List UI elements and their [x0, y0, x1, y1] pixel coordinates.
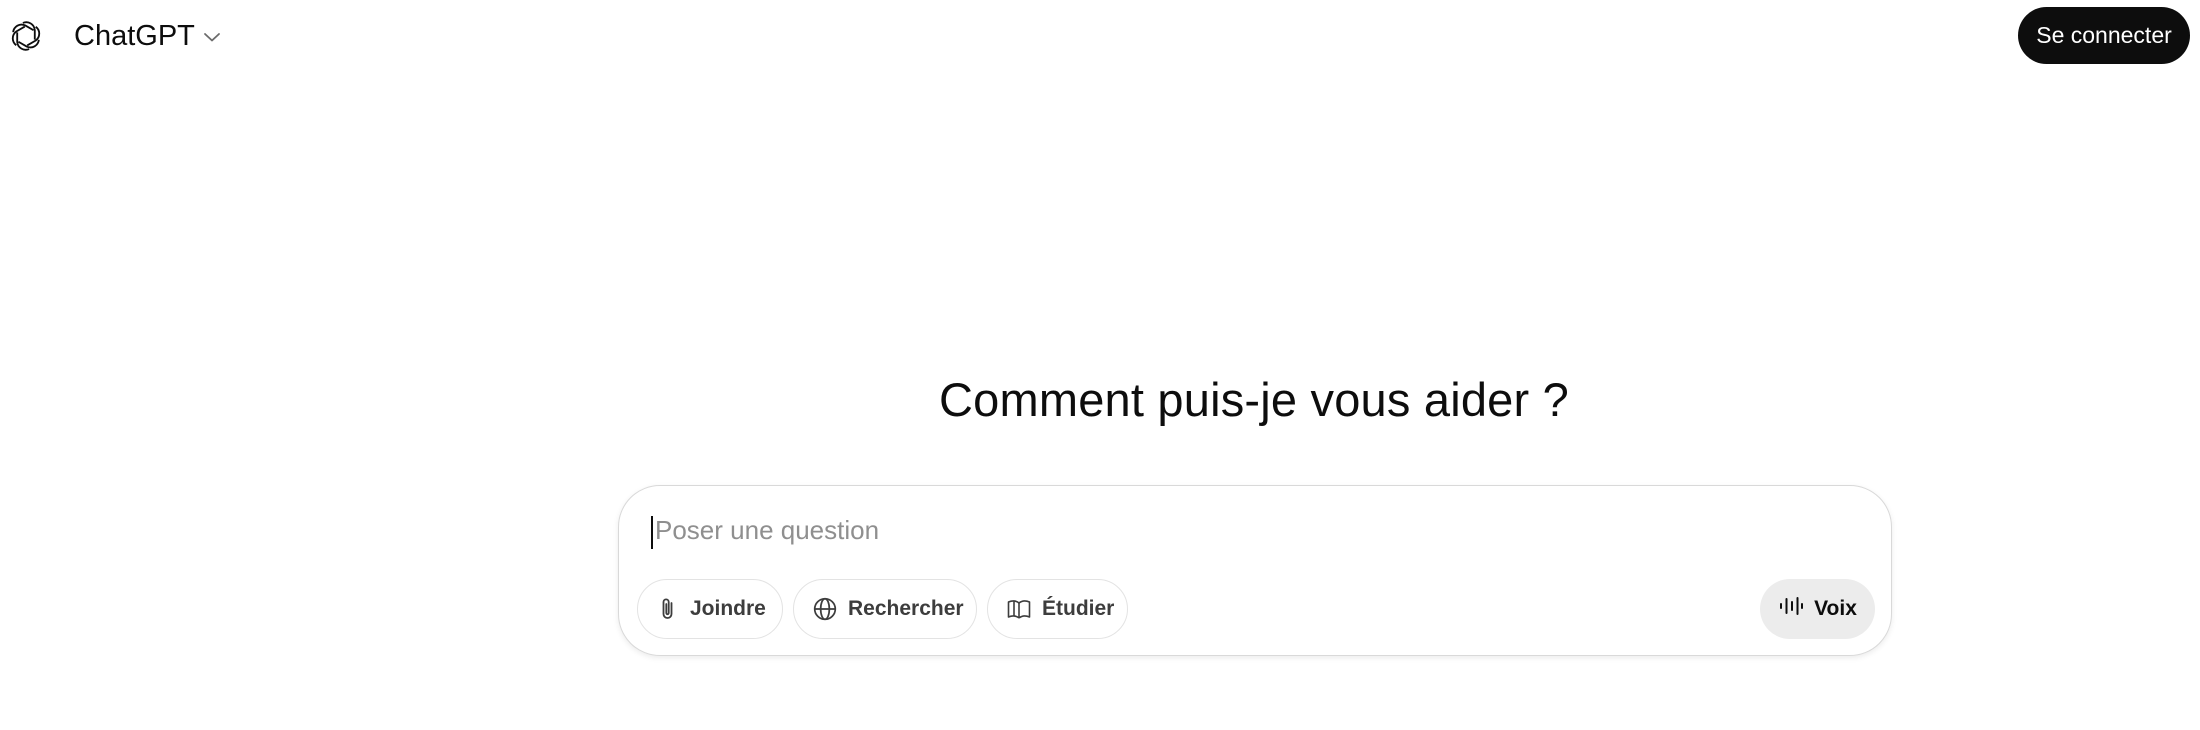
search-label: Rechercher — [848, 597, 964, 620]
openai-logo-icon[interactable] — [8, 18, 44, 54]
login-button[interactable]: Se connecter — [2018, 7, 2190, 64]
prompt-input[interactable] — [653, 506, 1853, 554]
book-icon — [1006, 597, 1032, 621]
attach-button[interactable]: Joindre — [637, 579, 783, 639]
attach-label: Joindre — [690, 597, 766, 620]
study-label: Étudier — [1042, 597, 1115, 620]
search-button[interactable]: Rechercher — [793, 579, 977, 639]
prompt-composer: Joindre Rechercher Étudie — [618, 485, 1892, 656]
voice-waveform-icon — [1778, 595, 1804, 623]
voice-label: Voix — [1814, 597, 1857, 620]
paperclip-icon — [656, 596, 680, 622]
model-selector[interactable]: ChatGPT — [68, 14, 227, 58]
model-name: ChatGPT — [74, 19, 195, 52]
composer-tools: Joindre Rechercher Étudier — [637, 579, 1128, 639]
chevron-down-icon — [203, 31, 221, 43]
page-title: Comment puis-je vous aider ? — [939, 373, 1569, 426]
voice-button[interactable]: Voix — [1760, 579, 1875, 639]
top-bar: ChatGPT Se connecter — [0, 0, 2200, 72]
study-button[interactable]: Étudier — [987, 579, 1128, 639]
globe-icon — [812, 596, 838, 622]
